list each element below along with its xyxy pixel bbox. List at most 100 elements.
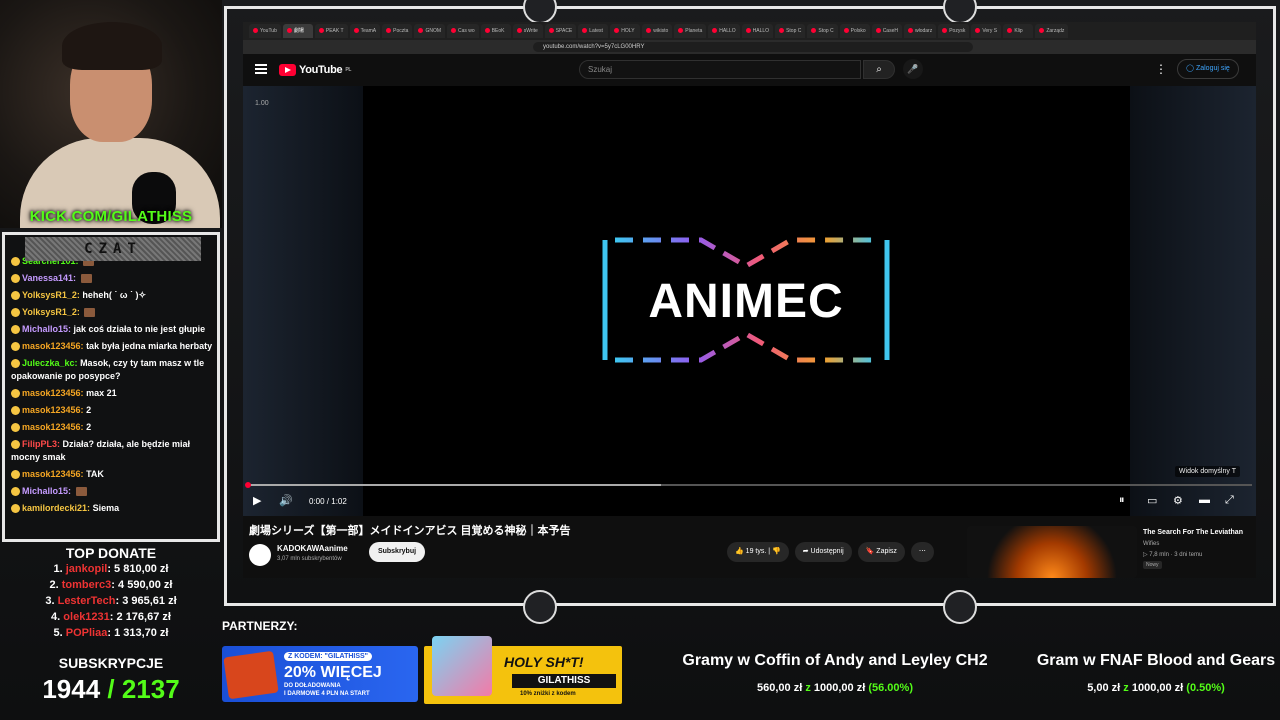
- browser-tab[interactable]: GNOM: [414, 24, 445, 38]
- settings-icon[interactable]: ⚙: [1173, 494, 1183, 507]
- more-options-icon[interactable]: ⋮: [1155, 62, 1167, 76]
- fullscreen-icon[interactable]: ⤢: [1225, 494, 1234, 507]
- tab-favicon-icon: [907, 28, 913, 34]
- play-icon[interactable]: ▶: [253, 494, 261, 507]
- tab-favicon-icon: [678, 28, 684, 34]
- browser-tab[interactable]: SPACE: [544, 24, 577, 38]
- browser-tab[interactable]: Stop C: [775, 24, 806, 38]
- voice-search-icon[interactable]: 🎤: [903, 59, 923, 79]
- recommended-thumbnail[interactable]: [967, 526, 1137, 578]
- browser-tab[interactable]: Latest: [578, 24, 609, 38]
- chat-message: YolksysR1_2: heheh( ˙ ω ˙ )✧: [11, 289, 215, 302]
- theater-mode-icon[interactable]: ▬: [1199, 494, 1210, 506]
- recommended-new-badge: Nowy: [1143, 561, 1162, 569]
- browser-tab[interactable]: Klip: [1003, 24, 1034, 38]
- youtube-logo[interactable]: YouTube PL: [279, 63, 351, 77]
- chat-text: jak coś działa to nie jest głupie: [73, 324, 206, 334]
- browser-tab[interactable]: YouTub: [249, 24, 281, 38]
- browser-tab[interactable]: HOLY: [610, 24, 641, 38]
- banner2-small: 10% zniżki z kodem: [520, 691, 576, 697]
- chat-badge-icon: [11, 274, 20, 284]
- menu-icon[interactable]: [255, 64, 267, 74]
- progress-bar[interactable]: [245, 482, 1252, 488]
- tab-label: TeamA: [360, 28, 377, 34]
- tab-label: HOLY: [621, 28, 635, 34]
- url-field[interactable]: youtube.com/watch?v=5y7cLG00HRY: [533, 42, 973, 52]
- chat-text: max 21: [86, 388, 117, 398]
- chat-message: FilipPL3: Działa? działa, ale będzie mia…: [11, 438, 215, 464]
- tab-label: SPACE: [555, 28, 573, 34]
- login-label: Zaloguj się: [1195, 65, 1230, 72]
- browser-tab[interactable]: TeamA: [349, 24, 381, 38]
- share-button[interactable]: ➦ Udostępnij: [794, 542, 852, 562]
- browser-tab[interactable]: BEoK: [480, 24, 511, 38]
- channel-avatar[interactable]: [249, 544, 271, 566]
- time-display: 0:00 / 1:02: [309, 497, 347, 506]
- tab-favicon-icon: [646, 28, 652, 34]
- recommended-title[interactable]: The Search For The Leviathan: [1143, 529, 1243, 536]
- like-button[interactable]: 👍 19 tys. | 👎: [727, 542, 789, 562]
- browser-tab[interactable]: sWrite: [512, 24, 543, 38]
- scrubber-handle[interactable]: [245, 482, 251, 488]
- more-actions-button[interactable]: ⋯: [910, 542, 934, 562]
- browser-tab[interactable]: CaseH: [871, 24, 902, 38]
- tab-label: Cas wo: [458, 28, 475, 34]
- chat-text: heheh( ˙ ω ˙ )✧: [82, 290, 147, 300]
- donate-row: 3. LesterTech: 3 965,61 zł: [45, 595, 177, 607]
- donate-row: 5. POPliaa: 1 313,70 zł: [53, 627, 169, 639]
- browser-tab[interactable]: Cas wo: [447, 24, 479, 38]
- browser-tab[interactable]: HALLO: [741, 24, 774, 38]
- tab-favicon-icon: [353, 28, 359, 34]
- browser-tab[interactable]: Stop C: [807, 24, 838, 38]
- browser-tab[interactable]: Planeta: [674, 24, 707, 38]
- donate-name: olek1231: [63, 611, 110, 623]
- subscribe-button[interactable]: Subskrybuj: [369, 542, 425, 562]
- kick-name: GILATHISS: [111, 208, 193, 225]
- address-bar: youtube.com/watch?v=5y7cLG00HRY: [243, 40, 1256, 54]
- search-input[interactable]: Szukaj: [579, 60, 861, 79]
- chat-text: tak była jedna miarka herbaty: [86, 341, 213, 351]
- tab-label: PEAK T: [325, 28, 344, 34]
- save-button[interactable]: 🔖 Zapisz: [857, 542, 905, 562]
- tab-label: Klip: [1014, 28, 1023, 34]
- chat-message-list: Searcher101: Vanessa141: YolksysR1_2: he…: [11, 255, 215, 519]
- browser-tab[interactable]: PEAK T: [314, 24, 348, 38]
- channel-subscribers: 3,07 mln subskrybentów: [277, 556, 342, 562]
- search-button[interactable]: ⌕: [863, 60, 895, 79]
- top-donate-title: TOP DONATE: [65, 545, 157, 561]
- volume-icon[interactable]: 🔊: [279, 494, 293, 507]
- login-button[interactable]: ◯ Zaloguj się: [1177, 59, 1239, 79]
- browser-tab[interactable]: Poczta: [382, 24, 413, 38]
- autoplay-toggle-icon[interactable]: ⏸: [1119, 494, 1125, 507]
- tab-label: CaseH: [882, 28, 898, 34]
- chat-username: Michallo15:: [22, 486, 72, 496]
- tab-favicon-icon: [942, 28, 948, 34]
- goal-fnaf: Gram w FNAF Blood and Gears 5,00 zł z 10…: [1034, 652, 1278, 694]
- chat-text: 2: [86, 422, 92, 432]
- chest-icon: [223, 650, 279, 700]
- chat-username: kamilordecki21:: [22, 503, 91, 513]
- browser-tab[interactable]: włodarz: [903, 24, 937, 38]
- subtitles-icon[interactable]: ▭: [1147, 494, 1157, 507]
- goal-sep: z: [805, 682, 811, 694]
- video-player[interactable]: 1.00 ANIMEC Widok domyślny T ▶ 🔊 0:00 / …: [243, 86, 1256, 516]
- channel-name[interactable]: KADOKAWAanime: [277, 544, 348, 553]
- tab-favicon-icon: [516, 28, 522, 34]
- default-view-button[interactable]: Widok domyślny T: [1174, 466, 1240, 477]
- chat-message: Michallo15:: [11, 485, 215, 498]
- browser-tab[interactable]: Polsko: [839, 24, 870, 38]
- browser-tab[interactable]: wikisto: [642, 24, 673, 38]
- streamer-hair: [62, 22, 162, 70]
- browser-tab[interactable]: Very S: [971, 24, 1002, 38]
- chat-panel: Searcher101: Vanessa141: YolksysR1_2: he…: [2, 232, 220, 542]
- playback-speed: 1.00: [255, 100, 269, 107]
- browser-tab[interactable]: Pozysk: [938, 24, 970, 38]
- recommended-video[interactable]: The Search For The Leviathan Wifies ▷ 7,…: [967, 526, 1256, 578]
- tab-label: włodarz: [914, 28, 933, 34]
- partners-label: PARTNERZY:: [222, 619, 298, 633]
- browser-tab[interactable]: Zarządz: [1035, 24, 1069, 38]
- browser-tab[interactable]: HALLO: [708, 24, 740, 38]
- browser-tab[interactable]: 劇場: [282, 24, 313, 38]
- goal-coffin: Gramy w Coffin of Andy and Leyley CH2 56…: [670, 652, 1000, 694]
- goal-percent: (56.00%): [868, 682, 913, 694]
